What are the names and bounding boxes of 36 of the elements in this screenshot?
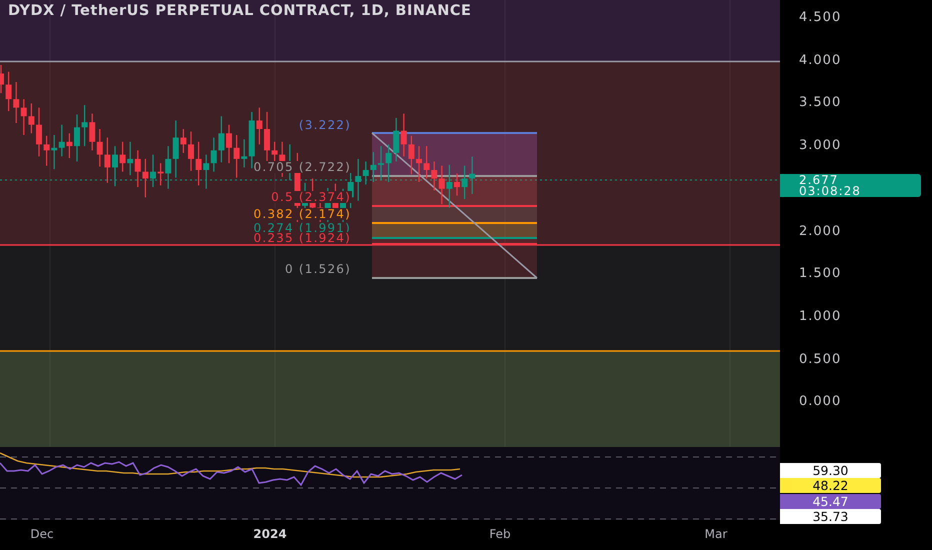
candle	[188, 132, 194, 171]
rsi-value-badge: 48.22	[780, 478, 881, 493]
price-axis-label: 2.000	[799, 224, 842, 240]
time-axis-label: Dec	[29, 527, 55, 541]
last-price-text: 2.677	[799, 174, 838, 186]
price-axis-label: 0.000	[799, 394, 842, 410]
fib-level-label: 0.382 (2.174)	[252, 208, 352, 220]
price-axis-label: 0.500	[799, 352, 842, 368]
rsi-value-badge: 45.47	[780, 494, 881, 509]
fib-level-label: (3.222)	[298, 119, 352, 131]
fib-level-label: 0 (1.526)	[284, 263, 352, 275]
price-axis-label: 3.000	[799, 138, 842, 154]
time-axis-label: Mar	[704, 527, 728, 541]
time-axis-label: Feb	[488, 527, 512, 541]
fib-level-label: 0.705 (2.722)	[252, 161, 352, 173]
fib-level-label: 0.235 (1.924)	[252, 232, 352, 244]
candle	[36, 108, 42, 156]
price-axis-label: 4.000	[799, 52, 842, 69]
candle	[74, 114, 80, 162]
candle	[416, 146, 422, 182]
price-axis-label: 4.500	[799, 10, 842, 26]
candle	[454, 173, 460, 196]
price-axis-label: 1.500	[799, 266, 842, 282]
fib-level-label: 0.5 (2.374)	[270, 191, 352, 203]
candle	[112, 146, 118, 186]
candle	[150, 154, 156, 188]
price-axis-label: 1.000	[799, 308, 842, 325]
price-axis-label: 3.500	[799, 95, 842, 112]
candle	[226, 124, 232, 164]
chart-title: DYDX / TetherUS PERPETUAL CONTRACT, 1D, BINANCE	[8, 3, 472, 19]
time-axis-label: 2024	[252, 527, 288, 541]
candle	[378, 146, 384, 180]
countdown-text: 03:08:28	[799, 186, 862, 196]
rsi-value-badge: 59.30	[780, 463, 881, 478]
candle	[0, 64, 4, 94]
rsi-value-badge: 35.73	[780, 509, 881, 524]
